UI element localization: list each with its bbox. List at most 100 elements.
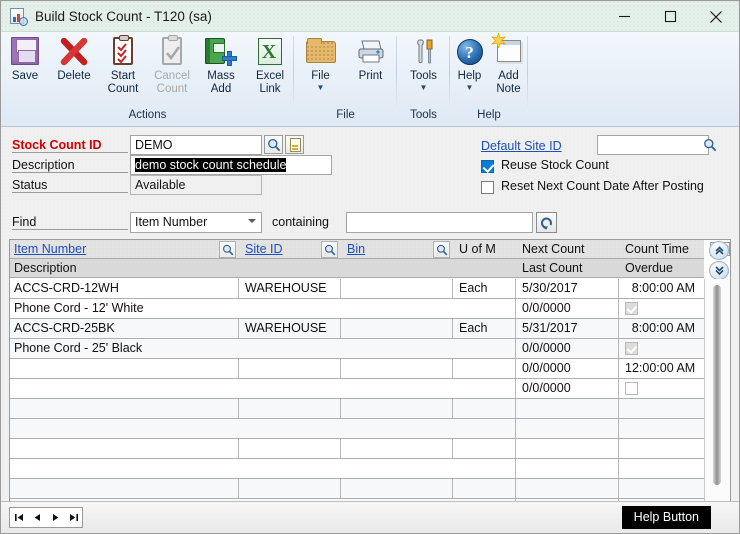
cell-divider	[515, 339, 516, 358]
record-navigation	[9, 507, 83, 528]
cell-divider	[515, 279, 516, 298]
status-value: Available	[130, 175, 262, 195]
containing-label: containing	[272, 215, 329, 229]
bin-lookup-icon[interactable]	[433, 241, 450, 258]
item-number-lookup-icon[interactable]	[219, 241, 236, 258]
cell-divider	[515, 479, 516, 498]
cell-overdue-checkbox[interactable]	[625, 342, 638, 355]
cell-site-id[interactable]: WAREHOUSE	[241, 319, 339, 337]
cell-next-count[interactable]: 5/31/2017	[518, 319, 616, 337]
status-label: Status	[12, 178, 128, 193]
cell-divider	[238, 399, 239, 418]
cell-last-count[interactable]: 0/0/0000	[518, 339, 616, 357]
cell-count-time[interactable]: 8:00:00 AM	[621, 319, 699, 337]
help-button[interactable]: Help Button	[621, 506, 711, 529]
containing-input[interactable]	[346, 212, 533, 233]
file-menu-button[interactable]: File ▼	[296, 32, 346, 108]
chevron-down-icon: ▼	[419, 82, 428, 92]
cell-divider	[618, 399, 619, 418]
table-row[interactable]	[10, 479, 704, 499]
title-bar: Build Stock Count - T120 (sa)	[1, 1, 739, 32]
excel-link-button[interactable]: X Excel Link	[246, 32, 295, 108]
grid-scroll-down-button[interactable]	[709, 261, 729, 280]
cell-overdue-checkbox[interactable]	[625, 302, 638, 315]
next-record-button[interactable]	[46, 508, 64, 527]
cell-next-count[interactable]: 5/30/2017	[518, 279, 616, 297]
cell-last-count[interactable]: 0/0/0000	[518, 299, 616, 317]
table-row[interactable]	[10, 399, 704, 419]
print-button[interactable]: Print	[346, 32, 396, 108]
cell-count-time[interactable]: 8:00:00 AM	[621, 279, 699, 297]
grid-vertical-scrollbar[interactable]	[704, 279, 730, 510]
cell-uofm[interactable]: Each	[455, 319, 514, 337]
table-row[interactable]	[10, 459, 704, 479]
column-header-bin[interactable]: Bin	[343, 240, 403, 258]
ribbon-group-actions: Save Delete Start Count Cancel Count Mas…	[1, 32, 294, 127]
window-title: Build Stock Count - T120 (sa)	[35, 8, 212, 24]
mass-add-button[interactable]: Mass Add	[197, 32, 246, 108]
cell-next-count[interactable]: 0/0/0000	[518, 359, 616, 377]
cell-divider	[452, 479, 453, 498]
cell-divider	[618, 339, 619, 358]
table-row[interactable]: Phone Cord - 25' Black 0/0/0000	[10, 339, 704, 359]
cell-last-count[interactable]: 0/0/0000	[518, 379, 616, 397]
column-header-site-id[interactable]: Site ID	[241, 240, 311, 258]
cell-uofm[interactable]: Each	[455, 279, 514, 297]
ribbon-group-file: File ▼ Print File	[294, 32, 397, 127]
new-document-button[interactable]	[285, 135, 304, 154]
table-row[interactable]: ACCS-CRD-12WH WAREHOUSE Each 5/30/2017 8:00:…	[10, 279, 704, 299]
cell-item-number[interactable]: ACCS-CRD-25BK	[10, 319, 236, 337]
reuse-stock-count-checkbox[interactable]	[481, 160, 494, 173]
site-id-lookup-icon[interactable]	[321, 241, 338, 258]
cell-divider	[515, 299, 516, 318]
table-row[interactable]: Phone Cord - 12' White 0/0/0000	[10, 299, 704, 319]
help-menu-button[interactable]: ? Help ▼	[450, 32, 489, 108]
find-reset-button[interactable]	[536, 212, 557, 233]
table-row[interactable]	[10, 439, 704, 459]
table-row[interactable]: ACCS-CRD-25BK WAREHOUSE Each 5/31/2017 8:00:…	[10, 319, 704, 339]
cell-divider	[618, 479, 619, 498]
cell-count-time[interactable]: 12:00:00 AM	[621, 359, 699, 377]
stock-count-id-lookup-button[interactable]	[264, 135, 283, 154]
description-selected-text: demo stock count schedule	[135, 158, 287, 172]
printer-icon	[355, 36, 387, 68]
cell-description[interactable]: Phone Cord - 12' White	[10, 299, 510, 317]
cell-site-id[interactable]: WAREHOUSE	[241, 279, 339, 297]
minimize-button[interactable]	[601, 1, 647, 32]
close-button[interactable]	[693, 1, 739, 32]
ribbon-group-title-file: File	[336, 109, 355, 121]
cell-description[interactable]: Phone Cord - 25' Black	[10, 339, 510, 357]
table-row[interactable]: 0/0/0000	[10, 379, 704, 399]
description-input[interactable]: demo stock count schedule	[130, 155, 332, 175]
build-stock-count-window: Build Stock Count - T120 (sa) Save Delet…	[0, 0, 740, 534]
find-field-select[interactable]: Item Number	[130, 212, 262, 233]
cell-divider	[238, 359, 239, 378]
cell-overdue-checkbox[interactable]	[625, 382, 638, 395]
cell-divider	[340, 279, 341, 298]
grid-scroll-up-button[interactable]	[709, 241, 729, 260]
default-site-id-link[interactable]: Default Site ID	[481, 139, 562, 153]
first-record-button[interactable]	[10, 508, 28, 527]
stock-count-id-input[interactable]: DEMO	[130, 135, 262, 155]
default-site-id-lookup-button[interactable]	[701, 136, 718, 153]
reset-next-count-date-checkbox[interactable]	[481, 181, 494, 194]
start-count-button[interactable]: Start Count	[99, 32, 148, 108]
grid-scrollbar-thumb[interactable]	[713, 285, 721, 485]
previous-record-button[interactable]	[28, 508, 46, 527]
tools-menu-button[interactable]: Tools ▼	[399, 32, 449, 108]
delete-button[interactable]: Delete	[50, 32, 99, 108]
default-site-id-input[interactable]	[597, 135, 709, 155]
maximize-button[interactable]	[647, 1, 693, 32]
table-row[interactable]	[10, 419, 704, 439]
save-button[interactable]: Save	[1, 32, 50, 108]
add-note-button[interactable]: Add Note	[489, 32, 528, 108]
blue-question-icon: ?	[454, 36, 486, 68]
description-label: Description	[12, 158, 128, 173]
file-label: File	[311, 70, 330, 82]
find-field-value: Item Number	[135, 215, 208, 229]
table-row[interactable]: 0/0/0000 12:00:00 AM	[10, 359, 704, 379]
column-header-item-number[interactable]: Item Number	[10, 240, 210, 258]
reset-next-count-date-label: Reset Next Count Date After Posting	[501, 179, 704, 193]
cell-item-number[interactable]: ACCS-CRD-12WH	[10, 279, 236, 297]
last-record-button[interactable]	[64, 508, 82, 527]
